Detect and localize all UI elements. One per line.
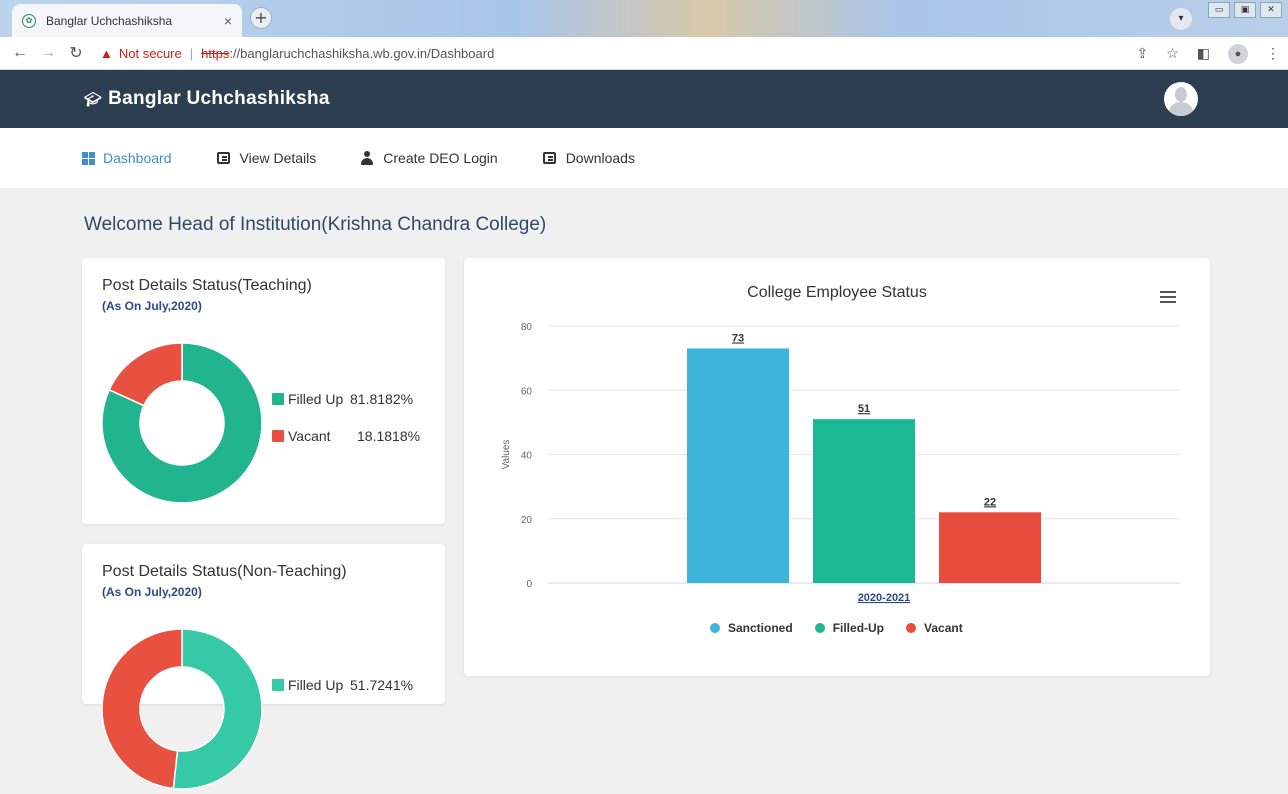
not-secure-label: Not secure — [118, 45, 182, 61]
menu-label: Dashboard — [103, 150, 172, 166]
bar-chart-legend: Sanctioned Filled-Up Vacant — [710, 621, 963, 635]
x-category-label[interactable]: 2020-2021 — [858, 592, 911, 604]
data-label: 22 — [984, 496, 996, 508]
forward-arrow-icon[interactable]: → — [34, 44, 62, 62]
user-icon — [361, 151, 374, 165]
new-tab-button[interactable]: + — [250, 7, 272, 29]
close-window-icon[interactable]: ✕ — [1260, 2, 1282, 18]
data-label: 73 — [732, 332, 744, 344]
legend-label: Filled-Up — [832, 621, 885, 635]
graduation-cap-icon: 🎓︎ — [84, 91, 103, 107]
card-subtitle: (As On July,2020) — [102, 585, 202, 599]
legend-label: Filled Up — [288, 391, 344, 407]
maximize-icon[interactable]: ▣ — [1234, 2, 1256, 18]
site-header: 🎓︎ Banglar Uchchashiksha — [0, 70, 1288, 128]
y-tick-label: 20 — [521, 515, 533, 526]
teaching-donut-chart — [101, 342, 263, 504]
legend-value: 81.8182% — [350, 391, 414, 407]
legend-dot — [710, 623, 720, 633]
bookmark-star-icon[interactable]: ☆ — [1166, 45, 1179, 62]
browser-tab[interactable]: ✿ Banglar Uchchashiksha × — [12, 4, 242, 37]
main-menu: Dashboard View Details Create DEO Login … — [0, 128, 1288, 188]
donut-slice-vacant[interactable] — [101, 628, 183, 790]
document-icon — [542, 152, 556, 164]
dashboard-icon — [82, 151, 95, 165]
legend-dot — [814, 623, 825, 633]
url-path: ://banglaruchchashiksha.wb.gov.in/Dashbo… — [229, 45, 495, 61]
welcome-heading: Welcome Head of Institution(Krishna Chan… — [84, 214, 547, 235]
employee-status-chart-card: College Employee Status 0 20 40 60 80 Values 7… — [464, 258, 1210, 676]
bar-sanctioned[interactable] — [687, 348, 789, 583]
more-menu-icon[interactable]: ⋮ — [1266, 45, 1280, 62]
legend-item-filled-up[interactable]: Filled-Up — [814, 621, 885, 635]
donut-slice-filled-up[interactable] — [172, 628, 263, 790]
user-avatar[interactable] — [1164, 82, 1198, 116]
side-panel-icon[interactable]: ◧ — [1197, 45, 1210, 62]
url-scheme: https — [201, 45, 230, 61]
url-separator: | — [189, 45, 194, 61]
menu-item-dashboard[interactable]: Dashboard — [82, 150, 172, 166]
menu-item-view-details[interactable]: View Details — [216, 150, 317, 166]
reload-icon[interactable]: ↻ — [62, 43, 90, 63]
bar-vacant[interactable] — [939, 512, 1041, 583]
nonteaching-status-card: Post Details Status(Non-Teaching) (As On… — [82, 544, 445, 790]
legend-label: Sanctioned — [728, 621, 793, 635]
window-controls: ▭ ▣ ✕ — [1208, 2, 1282, 18]
menu-label: Downloads — [565, 150, 635, 166]
bar-filled-up[interactable] — [813, 419, 915, 583]
browser-tab-bar: ✿ Banglar Uchchashiksha × + ▾ ▭ ▣ ✕ — [0, 0, 1288, 37]
tab-search-chevron-icon[interactable]: ▾ — [1170, 8, 1192, 30]
y-tick-label: 60 — [521, 386, 533, 397]
back-arrow-icon[interactable]: ← — [6, 44, 34, 62]
share-icon[interactable]: ⇪ — [1136, 45, 1148, 62]
url-field[interactable]: ▲ Not secure | https ://banglaruchchashi… — [100, 46, 494, 61]
site-favicon-icon: ✿ — [22, 13, 36, 28]
address-bar-actions: ⇪ ☆ ◧ ● ⋮ — [1136, 37, 1288, 70]
legend-swatch — [272, 430, 284, 442]
tab-close-icon[interactable]: × — [224, 13, 232, 29]
menu-item-downloads[interactable]: Downloads — [542, 150, 635, 166]
address-bar: ← → ↻ ▲ Not secure | https ://banglaruch… — [0, 37, 1288, 70]
card-subtitle: (As On July,2020) — [102, 299, 202, 313]
minimize-icon[interactable]: ▭ — [1208, 2, 1230, 18]
card-title: Post Details Status(Teaching) — [102, 277, 312, 294]
legend-label: Filled Up — [288, 677, 344, 693]
legend-value: 51.7241% — [350, 677, 414, 693]
y-tick-label: 80 — [521, 322, 533, 333]
legend-swatch — [272, 393, 284, 405]
y-tick-label: 40 — [521, 451, 533, 462]
tab-title: Banglar Uchchashiksha — [46, 13, 173, 28]
menu-label: Create DEO Login — [383, 150, 498, 166]
card-title: Post Details Status(Non-Teaching) — [102, 563, 347, 580]
legend-swatch — [272, 679, 284, 691]
legend-value: 18.1818% — [357, 428, 421, 444]
legend-dot — [906, 623, 917, 633]
y-tick-label: 0 — [526, 579, 532, 590]
site-brand[interactable]: 🎓︎ Banglar Uchchashiksha — [84, 88, 330, 110]
warning-triangle-icon: ▲ — [100, 45, 113, 61]
legend-label: Vacant — [288, 428, 331, 444]
legend-label: Vacant — [924, 621, 963, 635]
y-axis-label: Values — [501, 440, 512, 470]
data-label: 51 — [858, 403, 870, 415]
employee-status-bar-chart: 0 20 40 60 80 Values 73 51 22 2020-2021 — [501, 322, 1180, 604]
legend-filled-up[interactable]: Filled Up 51.7241% — [272, 677, 413, 693]
nonteaching-donut-chart — [101, 628, 263, 790]
menu-label: View Details — [239, 150, 317, 166]
document-icon — [216, 152, 230, 164]
legend-item-sanctioned[interactable]: Sanctioned — [710, 621, 793, 635]
menu-item-create-deo-login[interactable]: Create DEO Login — [361, 150, 498, 166]
legend-item-vacant[interactable]: Vacant — [906, 621, 963, 635]
avatar-body — [1169, 102, 1193, 116]
teaching-status-card: Post Details Status(Teaching) (As On Jul… — [82, 258, 445, 524]
legend-filled-up[interactable]: Filled Up 81.8182% — [272, 391, 413, 407]
legend-vacant[interactable]: Vacant 18.1818% — [272, 428, 420, 444]
avatar-head — [1175, 87, 1187, 102]
profile-icon[interactable]: ● — [1228, 43, 1248, 64]
brand-title: Banglar Uchchashiksha — [108, 88, 330, 109]
